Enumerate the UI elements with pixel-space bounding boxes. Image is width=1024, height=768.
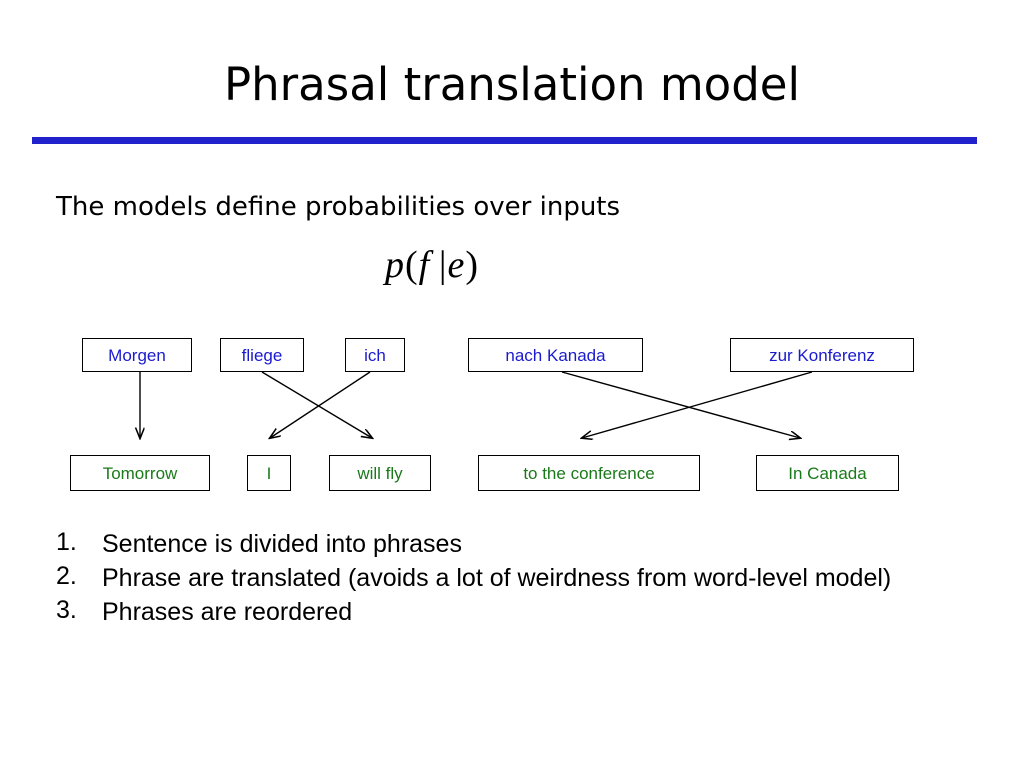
formula-open-paren: ( <box>405 244 419 286</box>
source-phrase-nach-kanada[interactable]: nach Kanada <box>468 338 643 372</box>
target-phrase-i[interactable]: I <box>247 455 291 491</box>
slide: Phrasal translation model The models def… <box>0 0 1024 768</box>
list-item-text: Phrase are translated (avoids a lot of w… <box>102 564 892 592</box>
target-phrase-tomorrow[interactable]: Tomorrow <box>70 455 210 491</box>
list-item: 2. Phrase are translated (avoids a lot o… <box>56 562 976 594</box>
list-item-text: Phrases are reordered <box>102 598 353 626</box>
arrow-zurkonferenz-totheconference <box>582 371 813 438</box>
list-item-number: 1. <box>56 528 77 556</box>
source-phrase-label: zur Konferenz <box>769 345 875 365</box>
arrow-nachkanada-incanada <box>561 371 800 438</box>
list-item-number: 2. <box>56 562 77 590</box>
target-phrase-label: to the conference <box>523 463 655 483</box>
source-phrase-fliege[interactable]: fliege <box>220 338 304 372</box>
source-phrase-ich[interactable]: ich <box>345 338 405 372</box>
source-phrase-label: nach Kanada <box>505 345 606 365</box>
probability-formula: p(f |e) <box>385 243 479 287</box>
bullet-list: 1. Sentence is divided into phrases 2. P… <box>56 528 976 630</box>
formula-p: p <box>385 244 405 286</box>
target-phrase-label: In Canada <box>788 463 867 483</box>
source-phrase-label: ich <box>364 345 386 365</box>
target-phrase-will-fly[interactable]: will fly <box>329 455 431 491</box>
source-phrase-label: fliege <box>241 345 283 365</box>
target-phrase-in-canada[interactable]: In Canada <box>756 455 899 491</box>
source-phrase-morgen[interactable]: Morgen <box>82 338 192 372</box>
title-divider <box>32 137 977 144</box>
formula-close-paren: ) <box>465 244 479 286</box>
source-phrase-label: Morgen <box>108 345 166 365</box>
list-item: 3. Phrases are reordered <box>56 596 976 628</box>
target-phrase-label: will fly <box>357 463 403 483</box>
target-phrase-to-the-conference[interactable]: to the conference <box>478 455 700 491</box>
formula-f: f <box>418 244 431 286</box>
source-phrase-zur-konferenz[interactable]: zur Konferenz <box>730 338 914 372</box>
lead-text: The models define probabilities over inp… <box>56 192 621 222</box>
target-phrase-label: Tomorrow <box>102 463 178 483</box>
phrase-alignment-diagram: Morgen fliege ich nach Kanada zur Konfer… <box>0 330 1024 510</box>
page-title: Phrasal translation model <box>224 58 800 111</box>
target-phrase-label: I <box>266 463 272 483</box>
list-item: 1. Sentence is divided into phrases <box>56 528 976 560</box>
list-item-number: 3. <box>56 596 77 624</box>
formula-e: e <box>447 244 466 286</box>
list-item-text: Sentence is divided into phrases <box>102 530 462 558</box>
